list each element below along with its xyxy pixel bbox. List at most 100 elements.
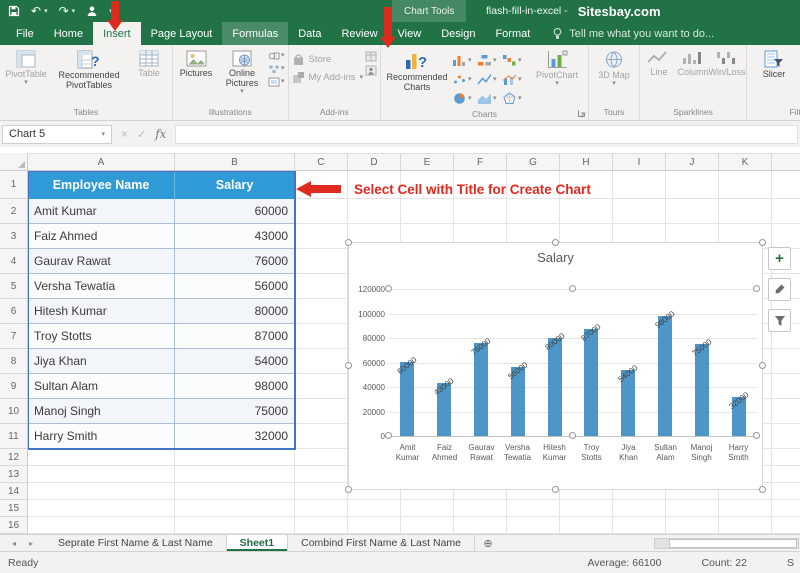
select-all-corner[interactable] bbox=[0, 153, 28, 171]
selection-handle[interactable] bbox=[385, 432, 392, 439]
scrollbar-thumb[interactable] bbox=[669, 539, 797, 548]
my-add-ins-button[interactable]: My Add-ins▾ bbox=[292, 71, 364, 84]
row-header-11[interactable]: 11 bbox=[0, 424, 28, 449]
pictures-button[interactable]: Pictures bbox=[176, 48, 216, 78]
tell-me-box[interactable]: Tell me what you want to do... bbox=[552, 22, 714, 45]
column-header-a[interactable]: A bbox=[28, 154, 175, 170]
chart-bar[interactable] bbox=[474, 343, 488, 436]
table-row[interactable]: Troy Stotts87000 bbox=[28, 324, 295, 349]
employee-name-cell[interactable]: Hitesh Kumar bbox=[28, 299, 175, 324]
scrollbar-track[interactable] bbox=[654, 538, 799, 549]
mini-combo-button[interactable]: ▾ bbox=[502, 70, 527, 89]
selection-handle[interactable] bbox=[759, 486, 766, 493]
row-header-6[interactable]: 6 bbox=[0, 299, 28, 324]
column-header-f[interactable]: F bbox=[454, 154, 507, 170]
row-header-2[interactable]: 2 bbox=[0, 199, 28, 224]
name-box[interactable]: Chart 5 ▾ bbox=[2, 125, 112, 144]
employee-name-cell[interactable]: Gaurav Rawat bbox=[28, 249, 175, 274]
tab-format[interactable]: Format bbox=[485, 22, 540, 45]
row-header-5[interactable]: 5 bbox=[0, 274, 28, 299]
row-header-14[interactable]: 14 bbox=[0, 483, 28, 500]
salary-cell[interactable]: 98000 bbox=[175, 374, 295, 399]
row-header-12[interactable]: 12 bbox=[0, 449, 28, 466]
row-header-8[interactable]: 8 bbox=[0, 349, 28, 374]
column-header-h[interactable]: H bbox=[560, 154, 613, 170]
save-button[interactable] bbox=[8, 5, 20, 17]
row-header-16[interactable]: 16 bbox=[0, 517, 28, 534]
salary-cell[interactable]: 87000 bbox=[175, 324, 295, 349]
mini-column-button[interactable]: ▾ bbox=[452, 51, 477, 70]
store-button[interactable]: Store bbox=[292, 53, 364, 66]
pivottable-button[interactable]: PivotTable▾ bbox=[3, 48, 49, 86]
chart-elements-button[interactable]: + bbox=[768, 247, 791, 270]
column-header-e[interactable]: E bbox=[401, 154, 454, 170]
table-row[interactable]: Jiya Khan54000 bbox=[28, 349, 295, 374]
sheet-tab-seprate-first-name-last-name[interactable]: Seprate First Name & Last Name bbox=[45, 535, 227, 551]
tab-data[interactable]: Data bbox=[288, 22, 331, 45]
table-button[interactable]: Table bbox=[129, 48, 169, 78]
salary-cell[interactable]: 43000 bbox=[175, 224, 295, 249]
table-row[interactable]: Faiz Ahmed43000 bbox=[28, 224, 295, 249]
row-header-1[interactable]: 1 bbox=[0, 171, 28, 199]
table-header-employee-name[interactable]: Employee Name bbox=[28, 171, 175, 199]
tab-formulas[interactable]: Formulas bbox=[222, 22, 288, 45]
row-header-4[interactable]: 4 bbox=[0, 249, 28, 274]
selection-handle[interactable] bbox=[345, 362, 352, 369]
sheet-nav-left-button[interactable]: ◂ bbox=[12, 539, 16, 548]
smartart-button[interactable]: ▾ bbox=[268, 64, 285, 74]
sheet-tab-sheet1[interactable]: Sheet1 bbox=[227, 535, 288, 551]
user-button[interactable] bbox=[86, 5, 98, 17]
salary-cell[interactable]: 80000 bbox=[175, 299, 295, 324]
embedded-bar-chart[interactable]: Salary 020000400006000080000100000120000… bbox=[348, 242, 763, 490]
undo-button[interactable]: ↶▾ bbox=[31, 5, 48, 17]
chart-filters-button[interactable] bbox=[768, 309, 791, 332]
employee-name-cell[interactable]: Manoj Singh bbox=[28, 399, 175, 424]
table-row[interactable]: Sultan Alam98000 bbox=[28, 374, 295, 399]
employee-name-cell[interactable]: Faiz Ahmed bbox=[28, 224, 175, 249]
table-header-salary[interactable]: Salary bbox=[175, 171, 295, 199]
mini-area-button[interactable]: ▾ bbox=[477, 89, 502, 108]
mini-pie-button[interactable]: ▾ bbox=[452, 89, 477, 108]
row-header-9[interactable]: 9 bbox=[0, 374, 28, 399]
column-header-g[interactable]: G bbox=[507, 154, 560, 170]
chart-bar[interactable] bbox=[695, 344, 709, 436]
tab-design[interactable]: Design bbox=[431, 22, 485, 45]
addin-people-button[interactable] bbox=[365, 65, 377, 76]
selection-handle[interactable] bbox=[569, 285, 576, 292]
win-loss-button[interactable]: Win/Loss bbox=[711, 48, 743, 77]
sheet-tab-combind-first-name-last-name[interactable]: Combind First Name & Last Name bbox=[288, 535, 475, 551]
screenshot-button[interactable]: ▾ bbox=[268, 77, 285, 87]
mini-scatter-button[interactable]: ▾ bbox=[452, 70, 477, 89]
selection-handle[interactable] bbox=[569, 432, 576, 439]
row-header-10[interactable]: 10 bbox=[0, 399, 28, 424]
formula-input[interactable] bbox=[175, 125, 798, 144]
table-row[interactable]: Hitesh Kumar80000 bbox=[28, 299, 295, 324]
selection-handle[interactable] bbox=[345, 486, 352, 493]
recommended-charts-button[interactable]: ?Recommended Charts bbox=[384, 48, 450, 92]
employee-name-cell[interactable]: Troy Stotts bbox=[28, 324, 175, 349]
row-header-3[interactable]: 3 bbox=[0, 224, 28, 249]
redo-button[interactable]: ↷▾ bbox=[59, 5, 76, 17]
tab-page-layout[interactable]: Page Layout bbox=[141, 22, 223, 45]
employee-name-cell[interactable]: Amit Kumar bbox=[28, 199, 175, 224]
mini-line-button[interactable]: ▾ bbox=[477, 70, 502, 89]
mini-hierarchy-button[interactable]: ▾ bbox=[477, 51, 502, 70]
table-row[interactable]: Manoj Singh75000 bbox=[28, 399, 295, 424]
row-header-15[interactable]: 15 bbox=[0, 500, 28, 517]
table-row[interactable]: Versha Tewatia56000 bbox=[28, 274, 295, 299]
chart-styles-button[interactable] bbox=[768, 278, 791, 301]
salary-cell[interactable]: 32000 bbox=[175, 424, 295, 449]
selection-handle[interactable] bbox=[753, 285, 760, 292]
selection-handle[interactable] bbox=[385, 285, 392, 292]
selection-handle[interactable] bbox=[759, 239, 766, 246]
employee-name-cell[interactable]: Versha Tewatia bbox=[28, 274, 175, 299]
chart-bar[interactable] bbox=[658, 316, 672, 436]
salary-cell[interactable]: 54000 bbox=[175, 349, 295, 374]
3d-map-button[interactable]: 3D Map▾ bbox=[592, 48, 636, 87]
tab-home[interactable]: Home bbox=[44, 22, 93, 45]
salary-cell[interactable]: 60000 bbox=[175, 199, 295, 224]
table-row[interactable]: Harry Smith32000 bbox=[28, 424, 295, 449]
salary-cell[interactable]: 76000 bbox=[175, 249, 295, 274]
sheet-nav-right-button[interactable]: ▸ bbox=[29, 539, 33, 548]
selection-handle[interactable] bbox=[345, 239, 352, 246]
